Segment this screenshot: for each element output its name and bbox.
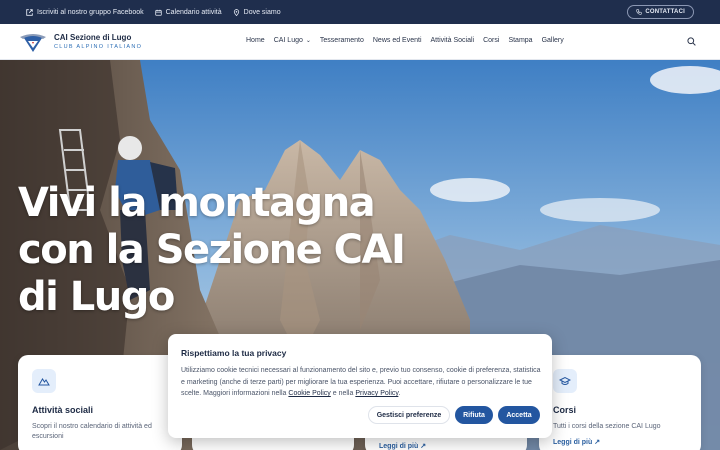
hero-headline: Vivi la montagna con la Sezione CAI di L…	[18, 180, 406, 321]
menu-item-news[interactable]: News ed Eventi	[373, 37, 422, 44]
menu-item-gallery[interactable]: Gallery	[542, 37, 564, 44]
menu-item-corsi[interactable]: Corsi	[483, 37, 499, 44]
search-icon[interactable]	[687, 37, 696, 46]
main-menu: Home CAI Lugo ⌄ Tesseramento News ed Even…	[246, 37, 573, 44]
cookie-text: Utilizziamo cookie tecnici necessari al …	[181, 365, 541, 400]
accept-button[interactable]: Accetta	[498, 406, 540, 424]
menu-item-tesseramento[interactable]: Tesseramento	[320, 37, 364, 44]
location-link[interactable]: Dove siamo	[233, 9, 281, 16]
menu-label: Corsi	[483, 37, 500, 44]
brand-subtitle: CLUB ALPINO ITALIANO	[54, 44, 143, 50]
phone-icon	[636, 9, 643, 15]
card-title: Attività sociali	[32, 405, 94, 415]
menu-item-attivita[interactable]: Attività Sociali	[431, 37, 475, 44]
card-read-more-link[interactable]: Leggi di più ↗	[553, 438, 600, 446]
calendar-link[interactable]: Calendario attività	[154, 8, 222, 16]
top-bar: Iscriviti al nostro gruppo Facebook Cale…	[0, 0, 720, 24]
reject-button[interactable]: Rifiuta	[455, 406, 493, 424]
cookie-consent-banner: Rispettiamo la tua privacy Utilizziamo c…	[168, 334, 552, 438]
calendar-label: Calendario attività	[165, 8, 222, 16]
card-read-more-link[interactable]: Leggi di più ↗	[379, 442, 426, 450]
brand[interactable]: CAI Sezione di Lugo CLUB ALPINO ITALIANO	[54, 33, 142, 50]
card-icon-box	[32, 369, 56, 393]
menu-label: Attività Sociali	[430, 37, 475, 44]
manage-preferences-button[interactable]: Gestisci preferenze	[368, 406, 450, 424]
brand-name: CAI Sezione di Lugo	[54, 33, 132, 42]
location-label: Dove siamo	[243, 8, 281, 16]
cookie-policy-link[interactable]: Cookie Policy	[288, 390, 330, 397]
menu-label: Gallery	[541, 37, 564, 44]
hero-headline-line-2: con la Sezione CAI	[18, 227, 406, 273]
menu-label: Tesseramento	[319, 37, 364, 44]
hero-headline-line-1: Vivi la montagna	[18, 180, 376, 226]
card-description: Tutti i corsi della sezione CAI Lugo	[553, 423, 661, 430]
contact-label: CONTATTACI	[645, 9, 685, 15]
mountain-icon	[38, 378, 50, 386]
map-pin-icon	[233, 8, 239, 16]
facebook-group-label: Iscriviti al nostro gruppo Facebook	[37, 8, 144, 16]
menu-label: Stampa	[508, 37, 533, 44]
menu-label: CAI Lugo	[273, 37, 303, 44]
facebook-group-link[interactable]: Iscriviti al nostro gruppo Facebook	[26, 9, 144, 16]
menu-item-cai-lugo[interactable]: CAI Lugo ⌄	[274, 37, 311, 44]
cookie-text-and: e nella	[330, 390, 356, 397]
cookie-title: Rispettiamo la tua privacy	[181, 348, 287, 358]
external-link-icon	[26, 8, 33, 16]
cai-logo[interactable]	[18, 30, 48, 54]
privacy-policy-link[interactable]: Privacy Policy	[355, 390, 398, 397]
cookie-text-end: .	[398, 390, 401, 397]
card-title: Corsi	[553, 405, 577, 415]
graduation-cap-icon	[559, 376, 571, 385]
card-corsi[interactable]: Corsi Tutti i corsi della sezione CAI Lu…	[539, 355, 701, 450]
card-icon-box	[553, 369, 577, 393]
menu-item-stampa[interactable]: Stampa	[508, 37, 532, 44]
card-description: Scopri il nostro calendario di attività …	[32, 423, 152, 440]
card-attivita-sociali[interactable]: Attività sociali Scopri il nostro calend…	[18, 355, 182, 450]
menu-item-home[interactable]: Home	[246, 37, 265, 44]
main-navbar: CAI Sezione di Lugo CLUB ALPINO ITALIANO…	[0, 24, 720, 60]
menu-label: Home	[246, 37, 265, 44]
contact-button[interactable]: CONTATTACI	[627, 5, 694, 19]
chevron-down-icon: ⌄	[305, 38, 311, 44]
calendar-icon	[154, 9, 162, 16]
menu-label: News ed Eventi	[372, 37, 422, 44]
hero-headline-line-3: di Lugo	[18, 274, 175, 320]
